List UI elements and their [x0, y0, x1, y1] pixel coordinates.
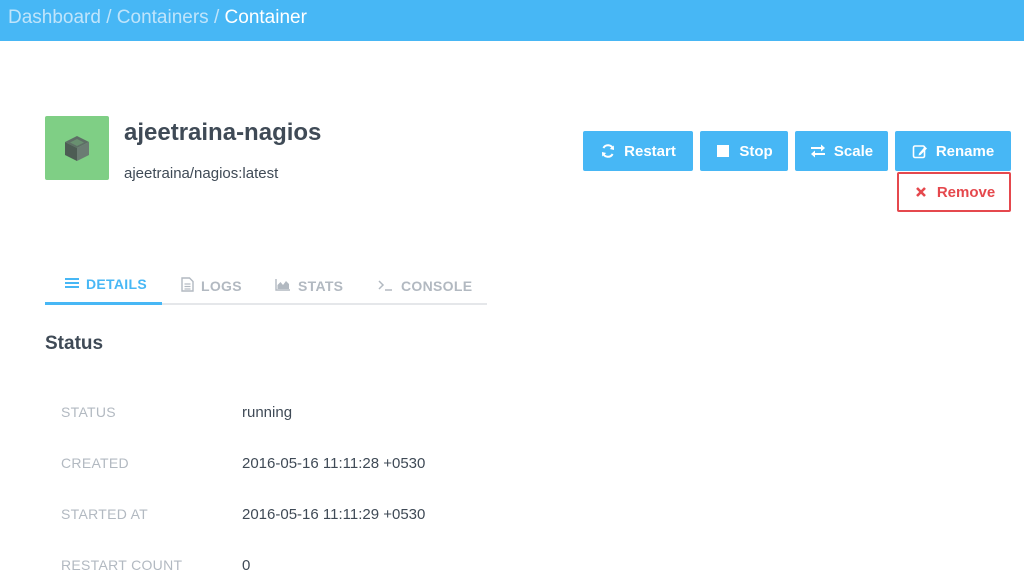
breadcrumb-containers[interactable]: Containers: [117, 7, 209, 28]
tab-details[interactable]: DETAILS: [45, 266, 162, 305]
close-icon: [913, 184, 929, 200]
restart-count-value: 0: [242, 557, 251, 574]
stop-icon: [715, 143, 731, 159]
started-at-row: STARTED AT 2016-05-16 11:11:29 +0530: [0, 506, 1024, 526]
tab-details-label: DETAILS: [86, 276, 147, 292]
list-icon: [65, 276, 79, 292]
tab-stats[interactable]: STATS: [275, 266, 343, 305]
tab-console-label: CONSOLE: [401, 277, 473, 294]
breadcrumb-separator: /: [106, 7, 117, 28]
exchange-icon: [810, 143, 826, 159]
tab-logs[interactable]: LOGS: [181, 266, 242, 305]
container-avatar: [45, 116, 109, 180]
stop-button[interactable]: Stop: [700, 131, 788, 171]
tab-console[interactable]: CONSOLE: [378, 266, 472, 305]
area-chart-icon: [275, 278, 291, 294]
status-label: STATUS: [61, 404, 116, 420]
created-value: 2016-05-16 11:11:28 +0530: [242, 455, 426, 472]
remove-button[interactable]: Remove: [897, 172, 1011, 212]
restart-label: Restart: [624, 142, 676, 160]
restart-count-label: RESTART COUNT: [61, 557, 183, 573]
breadcrumb: Dashboard / Containers / Container: [8, 7, 307, 29]
stop-label: Stop: [739, 142, 773, 160]
tab-stats-label: STATS: [298, 277, 344, 294]
breadcrumb-separator: /: [213, 7, 225, 28]
rename-button[interactable]: Rename: [895, 131, 1011, 171]
created-row: CREATED 2016-05-16 11:11:28 +0530: [0, 455, 1024, 475]
started-at-value: 2016-05-16 11:11:29 +0530: [242, 506, 426, 523]
remove-label: Remove: [936, 183, 996, 201]
scale-button[interactable]: Scale: [795, 131, 888, 171]
tab-bar: DETAILS LOGS STATS CONSOLE: [45, 266, 487, 305]
edit-icon: [912, 143, 928, 159]
rename-label: Rename: [935, 142, 995, 160]
status-section-title: Status: [45, 333, 104, 354]
scale-label: Scale: [833, 142, 874, 160]
file-icon: [181, 276, 194, 295]
restart-count-row: RESTART COUNT 0: [0, 557, 1024, 577]
created-label: CREATED: [61, 455, 129, 471]
status-value: running: [242, 404, 293, 421]
started-at-label: STARTED AT: [61, 506, 149, 522]
top-bar: Dashboard / Containers / Container: [0, 0, 1024, 41]
cube-icon: [65, 136, 89, 161]
tab-logs-label: LOGS: [201, 277, 242, 294]
terminal-icon: [378, 278, 394, 294]
container-image: ajeetraina/nagios:latest: [124, 165, 279, 182]
breadcrumb-container: Container: [224, 7, 307, 28]
container-name: ajeetraina-nagios: [124, 119, 322, 146]
status-row: STATUS running: [0, 404, 1024, 424]
refresh-icon: [600, 143, 616, 159]
breadcrumb-dashboard[interactable]: Dashboard: [8, 7, 101, 28]
restart-button[interactable]: Restart: [583, 131, 693, 171]
